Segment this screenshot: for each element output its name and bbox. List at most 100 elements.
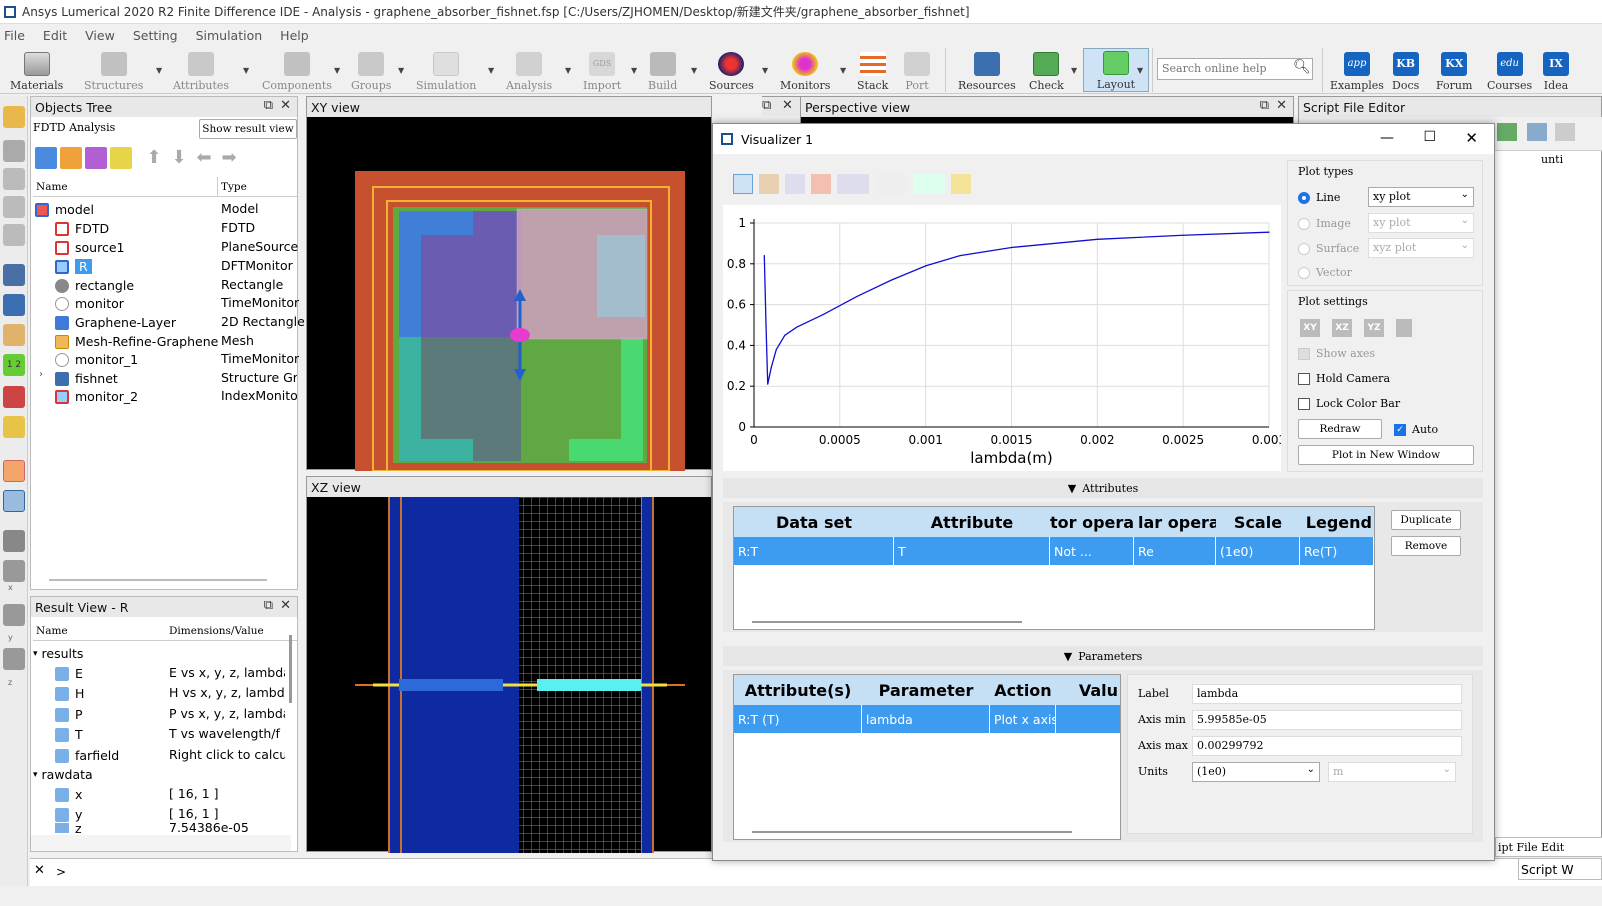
tree-row-fishnet[interactable]: fishnet	[55, 369, 118, 388]
result-row-farfield[interactable]: farfield	[55, 746, 119, 765]
horizontal-scrollbar[interactable]	[49, 579, 267, 581]
analysis-button[interactable]: Analysis	[506, 48, 552, 92]
chevron-down-icon[interactable]: ▼	[398, 66, 404, 75]
show-axes-checkbox[interactable]: Show axes	[1298, 347, 1375, 360]
cell-param-action[interactable]: Plot x axis	[990, 705, 1056, 733]
view-xz-button[interactable]: XZ	[1332, 319, 1352, 337]
parameters-section-header[interactable]: ▼ Parameters	[723, 646, 1483, 666]
float-icon[interactable]: ⧉	[264, 98, 273, 113]
close-icon[interactable]: ✕	[1276, 98, 1287, 113]
close-icon[interactable]: ✕	[34, 863, 45, 878]
mountain-icon[interactable]	[3, 140, 25, 162]
vertical-scrollbar[interactable]	[289, 635, 292, 703]
tree-row-mesh-refine[interactable]: Mesh-Refine-Graphene	[55, 332, 218, 351]
xy-view-panel[interactable]: XY view	[306, 96, 712, 471]
cell-scale[interactable]: (1e0)	[1216, 537, 1300, 565]
ideas-button[interactable]: IX Idea	[1543, 48, 1569, 92]
col-attributes[interactable]: Attribute(s)	[734, 675, 862, 705]
col-attribute[interactable]: Attribute	[894, 507, 1050, 537]
run-script-icon[interactable]	[1497, 123, 1517, 141]
monitors-button[interactable]: Monitors	[780, 48, 830, 92]
axis-max-input[interactable]: 0.00299792	[1192, 736, 1462, 756]
radio-line[interactable]: Line	[1298, 191, 1340, 204]
ruler-12-icon[interactable]: 1 2	[3, 354, 25, 376]
zoom-region-icon[interactable]	[3, 386, 25, 408]
view-yz-button[interactable]: YZ	[1364, 319, 1384, 337]
cell-param-value[interactable]	[1056, 705, 1120, 733]
units-scale-select[interactable]: (1e0) ⌄	[1192, 762, 1320, 782]
trash-icon[interactable]	[3, 224, 25, 246]
result-group-rawdata[interactable]: ▾ rawdata	[33, 765, 93, 784]
col-value[interactable]: Valu	[1056, 675, 1120, 705]
zoom-icon[interactable]	[3, 294, 25, 316]
import-button[interactable]: GDS Import	[583, 48, 621, 92]
plot-area[interactable]: 0 0.0005 0.001 0.0015 0.002 0.0025 0.003 0 0.2 0.…	[723, 205, 1286, 471]
chevron-down-icon[interactable]: ▼	[1071, 66, 1077, 75]
result-row-t[interactable]: T	[55, 725, 83, 744]
components-button[interactable]: Components	[262, 48, 332, 92]
menu-edit[interactable]: Edit	[43, 28, 67, 43]
horizontal-scrollbar[interactable]	[752, 621, 1022, 623]
cell-scalar-operation[interactable]: Re	[1134, 537, 1216, 565]
result-row-h[interactable]: H	[55, 684, 84, 703]
image-plot-select[interactable]: xy plot ⌄	[1368, 213, 1474, 233]
script-tab-fragment[interactable]: unti	[1541, 153, 1563, 166]
hold-camera-checkbox[interactable]: Hold Camera	[1298, 372, 1390, 385]
console-prompt[interactable]: >	[56, 865, 66, 879]
col-data-set[interactable]: Data set	[734, 507, 894, 537]
auto-checkbox[interactable]: ✓ Auto	[1394, 423, 1438, 436]
courses-button[interactable]: edu Courses	[1487, 48, 1532, 92]
stack-triangles-icon[interactable]	[3, 196, 25, 218]
save-view-icon[interactable]	[1396, 319, 1412, 337]
menu-help[interactable]: Help	[280, 28, 309, 43]
chevron-down-icon[interactable]: ▼	[631, 66, 637, 75]
cell-data-set[interactable]: R:T	[734, 537, 894, 565]
attributes-button[interactable]: Attributes	[173, 48, 229, 92]
remove-button[interactable]: Remove	[1391, 536, 1461, 556]
float-icon[interactable]: ⧉	[264, 598, 273, 613]
float-icon[interactable]: ⧉	[1260, 98, 1269, 113]
close-icon[interactable]: ✕	[280, 598, 291, 613]
port-button[interactable]: Port	[904, 48, 930, 92]
result-row-e[interactable]: E	[55, 664, 83, 683]
line-chart[interactable]: 0 0.0005 0.001 0.0015 0.002 0.0025 0.003 0 0.2 0.…	[723, 205, 1286, 471]
view-xy-button[interactable]: XY	[1300, 319, 1320, 337]
attributes-section-header[interactable]: ▼ Attributes	[723, 478, 1483, 498]
chevron-down-icon[interactable]: ▼	[1137, 66, 1143, 75]
menu-view[interactable]: View	[85, 28, 115, 43]
xz-view-canvas[interactable]	[307, 497, 713, 853]
sources-button[interactable]: Sources	[709, 48, 754, 92]
col-legend[interactable]: Legend	[1300, 507, 1374, 537]
collapse-chevron-icon[interactable]: ▾	[33, 770, 38, 780]
select-arrow-icon[interactable]	[785, 174, 805, 194]
chevron-down-icon[interactable]: ▼	[334, 66, 340, 75]
axis-min-input[interactable]: 5.99585e-05	[1192, 710, 1462, 730]
tree-view-icon[interactable]	[35, 147, 57, 169]
cell-param-attributes[interactable]: R:T (T)	[734, 705, 862, 733]
duplicate-button[interactable]: Duplicate	[1391, 510, 1461, 530]
redraw-button[interactable]: Redraw	[1298, 419, 1382, 439]
tree-row-graphene-layer[interactable]: Graphene-Layer	[55, 313, 176, 332]
slider-x-icon[interactable]	[3, 530, 25, 552]
zoom-tool-icon[interactable]	[733, 174, 753, 194]
build-button[interactable]: Build	[648, 48, 677, 92]
minimize-icon[interactable]: —	[1380, 130, 1394, 146]
materials-button[interactable]: Materials	[10, 48, 63, 92]
tree-row-rectangle[interactable]: rectangle	[55, 276, 134, 295]
examples-button[interactable]: app Examples	[1330, 48, 1384, 92]
radio-image[interactable]: Image	[1298, 217, 1351, 230]
slider-y-icon[interactable]	[3, 560, 25, 582]
chevron-down-icon[interactable]: ▼	[243, 66, 249, 75]
grid-add-icon[interactable]	[60, 147, 82, 169]
resources-button[interactable]: Resources	[958, 48, 1016, 92]
result-row-z[interactable]: z	[55, 823, 82, 833]
move-up-icon[interactable]: ⬆	[143, 147, 165, 169]
png-export-icon[interactable]	[837, 174, 869, 194]
stack-button[interactable]: Stack	[857, 48, 888, 92]
script-workspace-tab[interactable]: Script W	[1518, 858, 1602, 880]
table-icon[interactable]	[3, 490, 25, 512]
float-icon[interactable]: ⧉	[762, 98, 771, 113]
menu-simulation[interactable]: Simulation	[196, 28, 263, 43]
tree-row-monitor-1[interactable]: monitor_1	[55, 350, 138, 369]
horizontal-scrollbar[interactable]	[752, 831, 1072, 833]
